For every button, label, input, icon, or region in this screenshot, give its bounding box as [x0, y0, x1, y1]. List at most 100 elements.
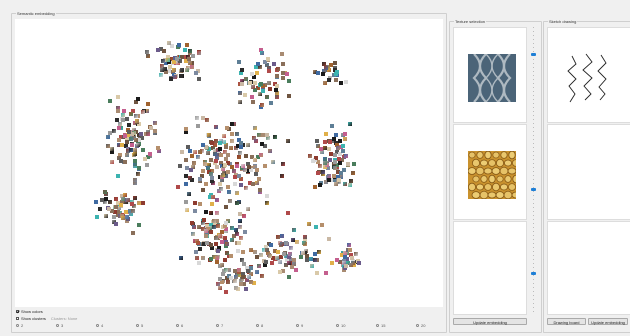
- embedding-thumbnail[interactable]: [202, 217, 207, 222]
- embedding-thumbnail[interactable]: [280, 174, 285, 179]
- embedding-thumbnail[interactable]: [117, 126, 122, 131]
- embedding-thumbnail[interactable]: [191, 225, 196, 229]
- embedding-thumbnail[interactable]: [188, 61, 193, 65]
- embedding-thumbnail[interactable]: [136, 201, 141, 206]
- embedding-thumbnail[interactable]: [183, 200, 188, 204]
- embedding-thumbnail[interactable]: [323, 145, 328, 150]
- embedding-thumbnail[interactable]: [166, 41, 171, 45]
- embedding-thumbnail[interactable]: [344, 153, 349, 158]
- drawing-board-button[interactable]: Drawing board: [547, 318, 586, 325]
- embedding-thumbnail[interactable]: [272, 134, 277, 139]
- embedding-thumbnail[interactable]: [179, 149, 184, 154]
- radio-button[interactable]: [176, 324, 179, 327]
- embedding-thumbnail[interactable]: [343, 263, 348, 268]
- embedding-thumbnail[interactable]: [336, 157, 341, 162]
- embedding-thumbnail[interactable]: [203, 234, 208, 238]
- embedding-thumbnail[interactable]: [240, 249, 245, 254]
- embedding-canvas[interactable]: [15, 19, 443, 307]
- embedding-thumbnail[interactable]: [262, 263, 267, 268]
- embedding-thumbnail[interactable]: [233, 175, 237, 179]
- embedding-thumbnail[interactable]: [222, 163, 227, 168]
- embedding-thumbnail[interactable]: [200, 115, 205, 120]
- embedding-thumbnail[interactable]: [348, 247, 353, 252]
- embedding-thumbnail[interactable]: [283, 241, 288, 246]
- embedding-thumbnail[interactable]: [305, 257, 310, 262]
- embedding-thumbnail[interactable]: [136, 171, 140, 176]
- embedding-thumbnail[interactable]: [193, 150, 198, 155]
- embedding-thumbnail[interactable]: [183, 126, 188, 131]
- embedding-thumbnail[interactable]: [333, 182, 338, 187]
- embedding-thumbnail[interactable]: [162, 67, 167, 72]
- texture-update-embedding-button[interactable]: Update embedding: [453, 318, 527, 325]
- embedding-thumbnail[interactable]: [257, 133, 261, 137]
- embedding-thumbnail[interactable]: [258, 187, 263, 192]
- embedding-thumbnail[interactable]: [196, 154, 201, 159]
- embedding-thumbnail[interactable]: [107, 130, 112, 135]
- embedding-thumbnail[interactable]: [288, 246, 293, 251]
- embedding-thumbnail[interactable]: [203, 209, 208, 214]
- embedding-thumbnail[interactable]: [242, 214, 247, 219]
- embedding-thumbnail[interactable]: [318, 182, 323, 187]
- embedding-thumbnail[interactable]: [109, 159, 114, 164]
- cluster-option-9[interactable]: 9: [296, 323, 303, 328]
- embedding-thumbnail[interactable]: [178, 255, 183, 260]
- embedding-thumbnail[interactable]: [184, 158, 188, 163]
- embedding-thumbnail[interactable]: [247, 274, 252, 279]
- embedding-thumbnail[interactable]: [287, 93, 292, 98]
- embedding-thumbnail[interactable]: [241, 164, 246, 169]
- embedding-thumbnail[interactable]: [259, 273, 264, 278]
- embedding-thumbnail[interactable]: [239, 81, 244, 86]
- embedding-thumbnail[interactable]: [141, 201, 146, 205]
- embedding-thumbnail[interactable]: [244, 186, 249, 191]
- embedding-thumbnail[interactable]: [224, 144, 229, 149]
- embedding-thumbnail[interactable]: [184, 68, 189, 72]
- embedding-thumbnail[interactable]: [119, 142, 124, 147]
- embedding-thumbnail[interactable]: [229, 226, 234, 231]
- embedding-thumbnail[interactable]: [155, 48, 160, 53]
- embedding-thumbnail[interactable]: [260, 102, 265, 107]
- embedding-thumbnail[interactable]: [217, 147, 222, 151]
- radio-button[interactable]: [16, 324, 19, 327]
- embedding-thumbnail[interactable]: [165, 58, 170, 62]
- embedding-thumbnail[interactable]: [246, 269, 251, 274]
- embedding-thumbnail[interactable]: [159, 73, 164, 78]
- embedding-thumbnail[interactable]: [291, 258, 296, 263]
- embedding-thumbnail[interactable]: [223, 257, 228, 262]
- embedding-thumbnail[interactable]: [131, 208, 136, 213]
- embedding-thumbnail[interactable]: [353, 251, 358, 256]
- radio-button[interactable]: [376, 324, 379, 327]
- embedding-thumbnail[interactable]: [209, 243, 213, 247]
- embedding-thumbnail[interactable]: [290, 264, 295, 269]
- embedding-thumbnail[interactable]: [253, 126, 258, 131]
- embedding-thumbnail[interactable]: [191, 161, 196, 166]
- cluster-option-10[interactable]: 10: [336, 323, 345, 328]
- embedding-thumbnail[interactable]: [265, 95, 270, 100]
- embedding-thumbnail[interactable]: [128, 136, 133, 141]
- embedding-thumbnail[interactable]: [313, 225, 318, 230]
- embedding-thumbnail[interactable]: [237, 241, 242, 246]
- sketch-update-embedding-button[interactable]: Update embedding: [588, 318, 628, 325]
- embedding-thumbnail[interactable]: [285, 72, 290, 77]
- embedding-thumbnail[interactable]: [208, 211, 213, 216]
- show-clusters-row[interactable]: Show clusters Clusters: None: [16, 315, 77, 321]
- embedding-thumbnail[interactable]: [298, 255, 303, 260]
- embedding-thumbnail[interactable]: [264, 259, 269, 264]
- embedding-thumbnail[interactable]: [225, 126, 230, 130]
- embedding-thumbnail[interactable]: [264, 248, 269, 252]
- embedding-thumbnail[interactable]: [185, 208, 189, 213]
- embedding-thumbnail[interactable]: [201, 221, 206, 226]
- embedding-thumbnail[interactable]: [198, 247, 203, 252]
- embedding-thumbnail[interactable]: [133, 114, 138, 118]
- embedding-thumbnail[interactable]: [268, 254, 273, 259]
- embedding-thumbnail[interactable]: [253, 250, 257, 255]
- embedding-thumbnail[interactable]: [130, 142, 135, 147]
- show-colors-checkbox[interactable]: [16, 309, 19, 313]
- embedding-thumbnail[interactable]: [120, 216, 125, 221]
- embedding-thumbnail[interactable]: [335, 258, 340, 263]
- embedding-thumbnail[interactable]: [265, 133, 270, 138]
- embedding-thumbnail[interactable]: [264, 194, 269, 199]
- embedding-thumbnail[interactable]: [115, 94, 120, 99]
- embedding-thumbnail[interactable]: [108, 199, 113, 204]
- radio-button[interactable]: [336, 324, 339, 327]
- embedding-thumbnail[interactable]: [103, 213, 108, 218]
